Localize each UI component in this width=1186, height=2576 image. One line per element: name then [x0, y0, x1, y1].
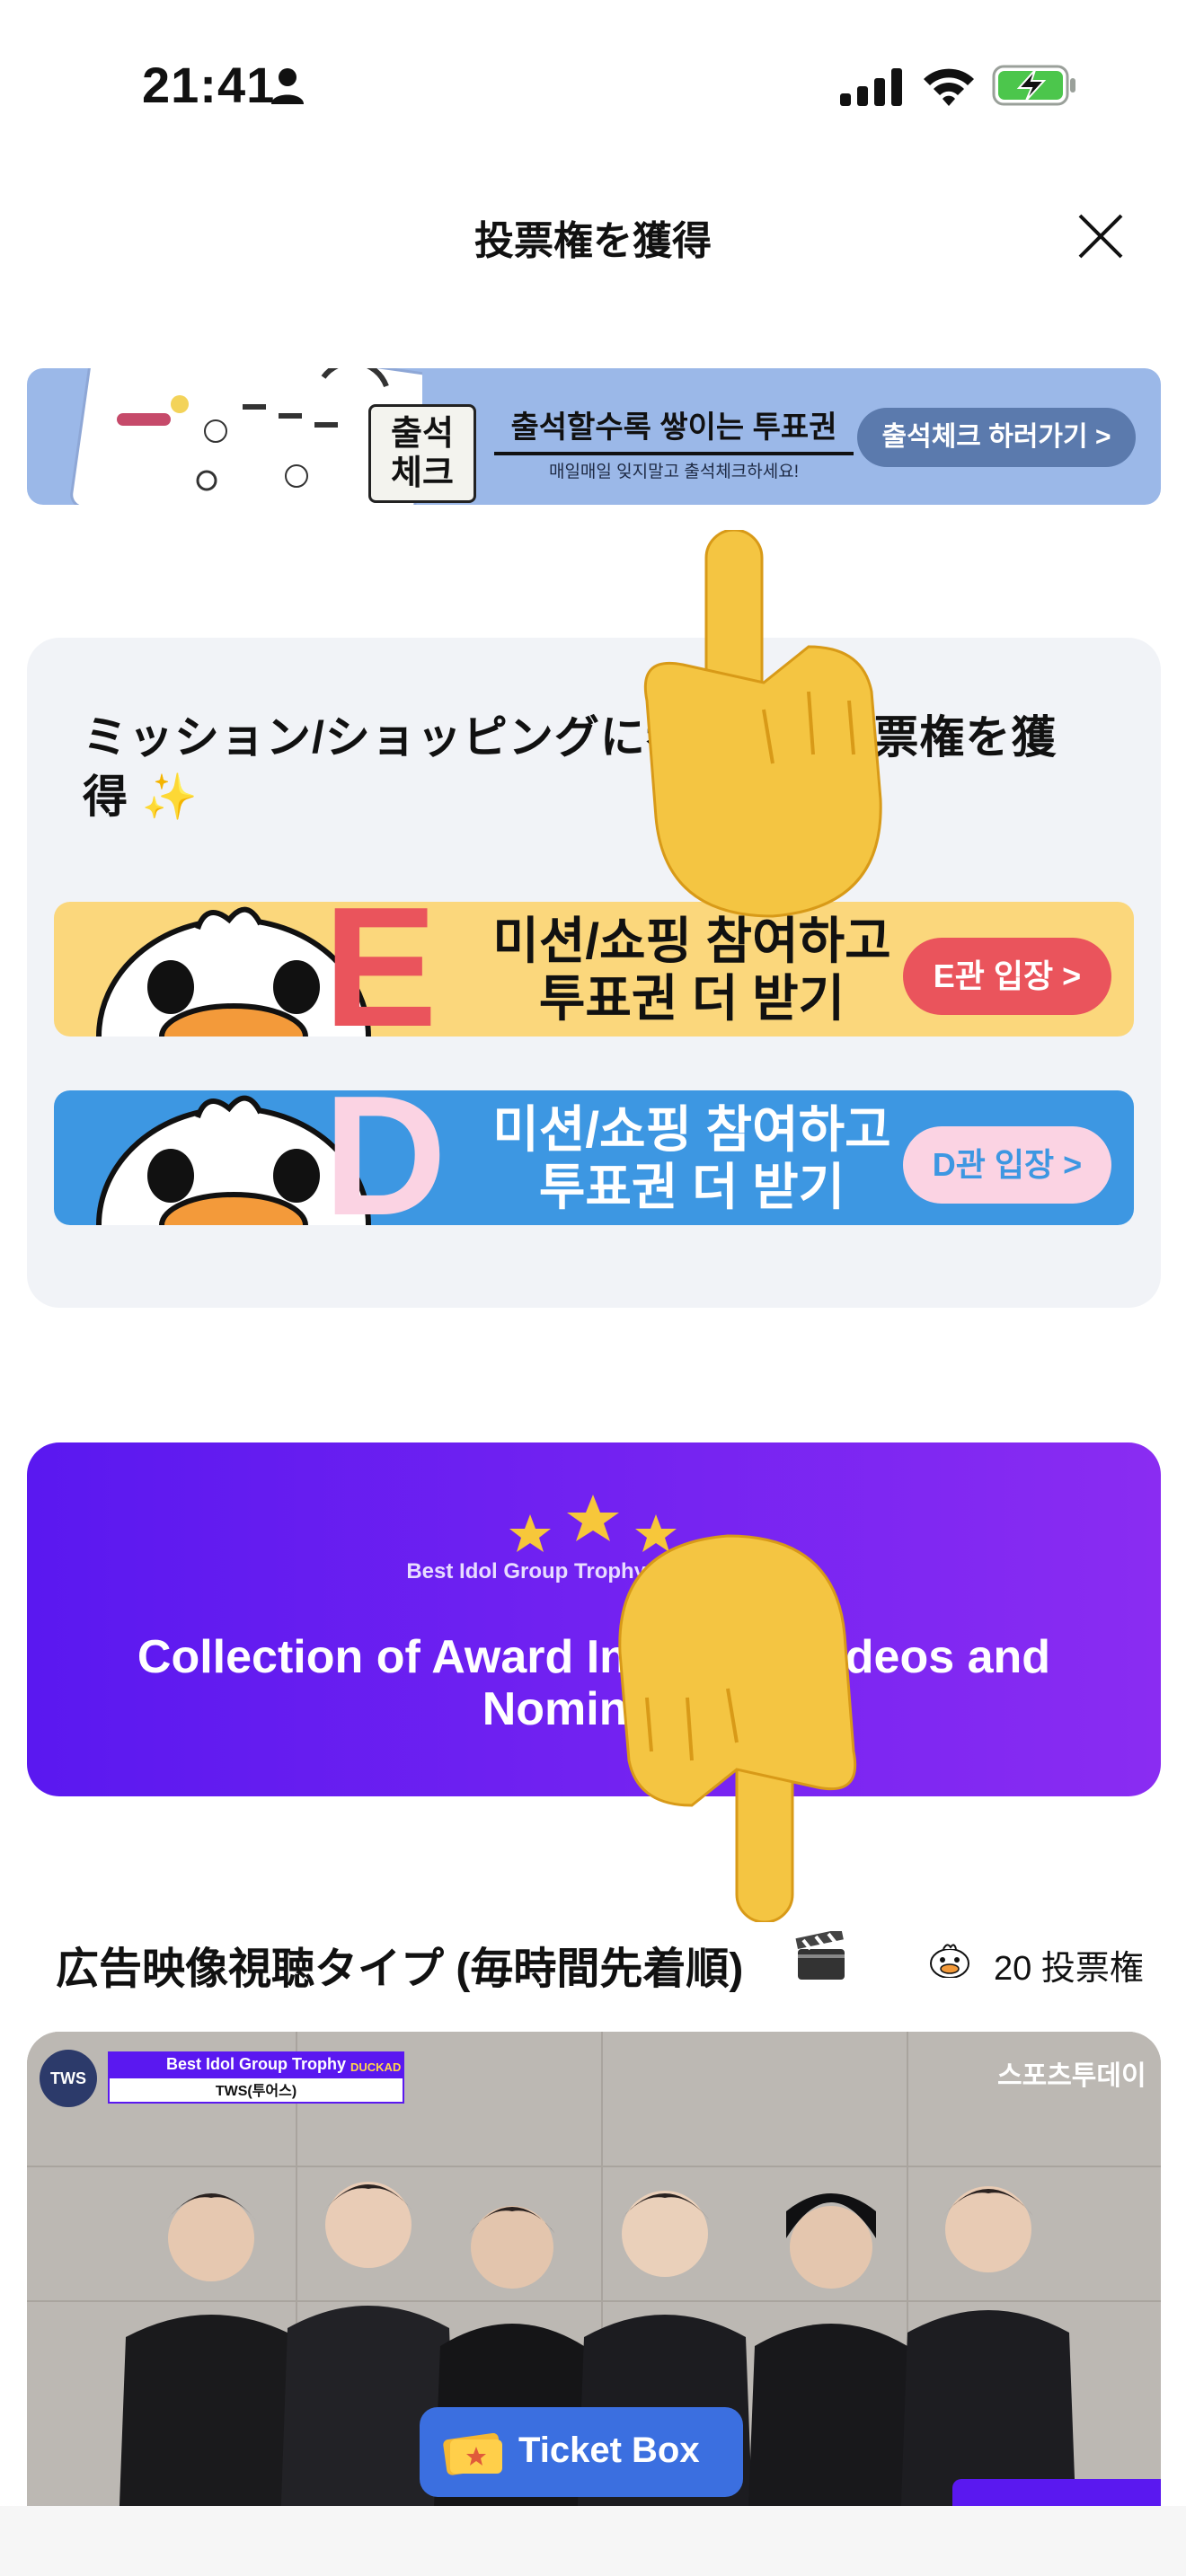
attendance-subtitle: 매일매일 잊지말고 출석체크하세요!	[548, 463, 800, 481]
trophy-caption: Best Idol Group Trophy DUCKAD TWS(투어스)	[108, 2051, 404, 2105]
person-icon	[271, 68, 304, 104]
d-store-banner[interactable]: D 미션/쇼핑 참여하고 투표권 더 받기 D관 입장 >	[54, 1090, 1134, 1225]
attendance-check-banner[interactable]: 출석 체크 출석할수록 쌓이는 투표권 매일매일 잊지말고 출석체크하세요! 출…	[27, 368, 1161, 505]
mission-title: ミッション/ショッピングに参加して投票権を獲得 ✨	[83, 712, 1058, 822]
award-title: Collection of Award Interview Videos and…	[137, 1631, 1051, 1735]
clapperboard-icon	[795, 1931, 845, 1980]
attendance-badge-text: 출석 체크	[391, 415, 454, 492]
d-store-enter-button[interactable]: D관 입장 >	[903, 1126, 1111, 1204]
pointing-up-hand-icon	[643, 530, 882, 918]
ad-section-title: 広告映像視聴タイプ (毎時間先着順)	[56, 1945, 744, 1993]
d-store-letter: D	[323, 1090, 447, 1225]
close-icon[interactable]	[1069, 205, 1132, 268]
e-store-letter: E	[323, 902, 438, 1037]
bottom-area	[0, 2506, 1186, 2576]
award-videos-banner[interactable]: Best Idol Group Trophy of the Month Coll…	[27, 1442, 1161, 1796]
ticket-box-label: Ticket Box	[518, 2430, 700, 2470]
award-subtitle: Best Idol Group Trophy of the Month	[406, 1559, 782, 1584]
vote-reward-count: 20 投票権	[994, 1950, 1144, 1988]
battery-charging-icon	[992, 65, 1075, 106]
e-store-banner[interactable]: E 미션/쇼핑 참여하고 투표권 더 받기 E관 입장 >	[54, 902, 1134, 1037]
signal-icon	[840, 68, 902, 106]
artist-name: TWS(투어스)	[108, 2077, 404, 2104]
calendar-illustration	[70, 368, 422, 505]
page-title: 投票権を獲得	[474, 219, 712, 263]
d-store-line1: 미션/쇼핑 참여하고	[492, 1101, 891, 1158]
e-store-text: 미션/쇼핑 참여하고 투표권 더 받기	[440, 913, 943, 1028]
ticket-box-button[interactable]: Ticket Box	[420, 2407, 743, 2497]
e-store-line2: 투표권 더 받기	[538, 970, 845, 1027]
ticket-icon	[443, 2432, 502, 2475]
d-store-text: 미션/쇼핑 참여하고 투표권 더 받기	[440, 1101, 943, 1216]
e-store-enter-button[interactable]: E관 입장 >	[903, 938, 1111, 1015]
pointing-down-hand-icon	[618, 1534, 857, 1922]
status-bar: 21:41	[0, 0, 1186, 171]
duckad-tag: DUCKAD	[350, 2060, 402, 2074]
status-time: 21:41	[142, 57, 276, 113]
attendance-go-button[interactable]: 출석체크 하러가기 >	[857, 408, 1136, 467]
d-store-line2: 투표권 더 받기	[538, 1159, 845, 1215]
attendance-title: 출석할수록 쌓이는 투표권	[494, 402, 854, 455]
broadcaster-watermark: 스포츠투데이	[997, 2061, 1146, 2091]
wifi-icon	[924, 68, 974, 106]
attendance-badge: 출석 체크	[368, 404, 476, 503]
channel-logo: TWS	[40, 2050, 97, 2107]
duck-coin-icon	[930, 1944, 969, 1978]
